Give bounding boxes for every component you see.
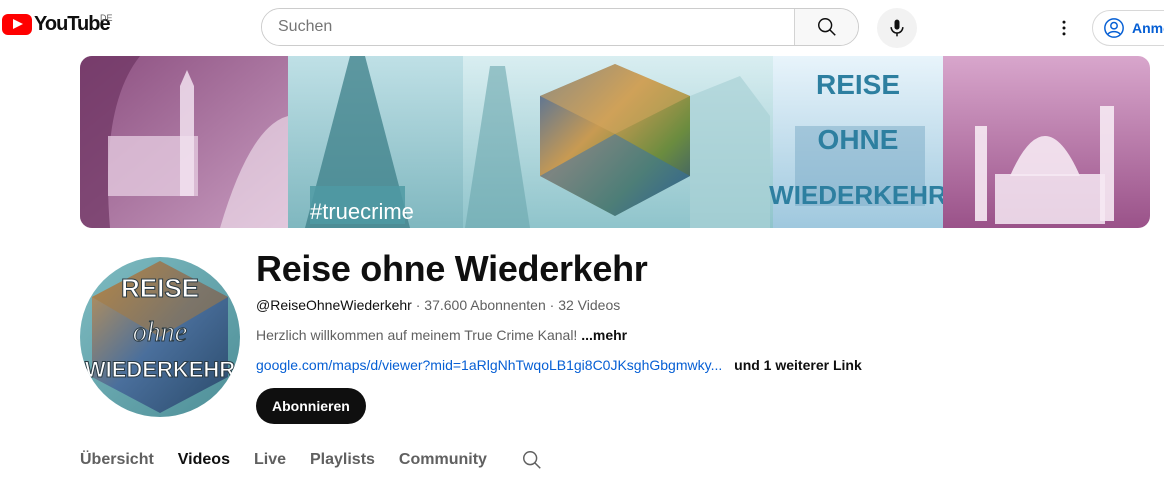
channel-link[interactable]: google.com/maps/d/viewer?mid=1aRlgNhTwqo… — [256, 357, 722, 373]
search-button[interactable] — [794, 9, 858, 45]
tab-live[interactable]: Live — [254, 451, 286, 469]
tab-videos[interactable]: Videos — [178, 451, 230, 469]
tab-playlists[interactable]: Playlists — [310, 451, 375, 469]
meta-separator: · — [545, 297, 559, 313]
banner-tag: #truecrime — [310, 199, 414, 224]
channel-tabs: Übersicht Videos Live Playlists Communit… — [80, 449, 543, 471]
banner-artwork: #truecrime REISE OHNE WIEDERKEHR — [80, 56, 1150, 228]
youtube-logo-icon — [2, 14, 32, 35]
channel-banner: #truecrime REISE OHNE WIEDERKEHR — [80, 56, 1150, 228]
more-links-button[interactable]: und 1 weiterer Link — [734, 357, 862, 373]
logo-text: YouTube — [34, 13, 111, 35]
channel-avatar[interactable]: REISE ohne WIEDERKEHR — [80, 257, 240, 417]
more-vert-icon — [1062, 20, 1066, 36]
channel-meta: @ReiseOhneWiederkehr · 37.600 Abonnenten… — [256, 297, 620, 313]
channel-links: google.com/maps/d/viewer?mid=1aRlgNhTwqo… — [256, 357, 862, 373]
description-more-link[interactable]: ...mehr — [581, 327, 627, 343]
avatar-line-3: WIEDERKEHR — [85, 357, 235, 382]
sign-in-label: Anmelden — [1132, 20, 1164, 36]
account-circle-icon — [1104, 18, 1124, 38]
banner-title-line-1: REISE — [816, 69, 900, 100]
avatar-line-2: ohne — [133, 317, 187, 348]
search-box — [261, 8, 859, 46]
subscriber-count: 37.600 Abonnenten — [424, 297, 546, 313]
voice-search-button[interactable] — [877, 8, 917, 48]
avatar-artwork: REISE ohne WIEDERKEHR — [80, 257, 240, 417]
tab-overview[interactable]: Übersicht — [80, 451, 154, 469]
tab-community[interactable]: Community — [399, 451, 487, 469]
banner-title-line-2: OHNE — [818, 124, 899, 155]
youtube-logo[interactable]: YouTube DE — [0, 13, 113, 36]
channel-description[interactable]: Herzlich willkommen auf meinem True Crim… — [256, 327, 627, 343]
top-bar: YouTube DE Anmelden — [0, 0, 1164, 56]
tab-search-icon — [522, 451, 541, 469]
channel-name: Reise ohne Wiederkehr — [256, 248, 648, 289]
search-input[interactable] — [262, 9, 794, 45]
sign-in-button[interactable]: Anmelden — [1092, 10, 1164, 46]
subscribe-button[interactable]: Abonnieren — [256, 388, 366, 424]
microphone-icon — [890, 19, 904, 37]
video-count: 32 Videos — [558, 297, 621, 313]
search-icon — [817, 18, 836, 36]
more-options-button[interactable] — [1048, 12, 1080, 44]
tab-search-button[interactable] — [521, 449, 543, 471]
description-text: Herzlich willkommen auf meinem True Crim… — [256, 327, 582, 343]
meta-separator: · — [411, 297, 425, 313]
banner-title-line-3: WIEDERKEHR — [769, 180, 947, 210]
avatar-line-1: REISE — [121, 273, 199, 303]
country-code: DE — [100, 13, 113, 23]
channel-handle: @ReiseOhneWiederkehr — [256, 297, 412, 313]
